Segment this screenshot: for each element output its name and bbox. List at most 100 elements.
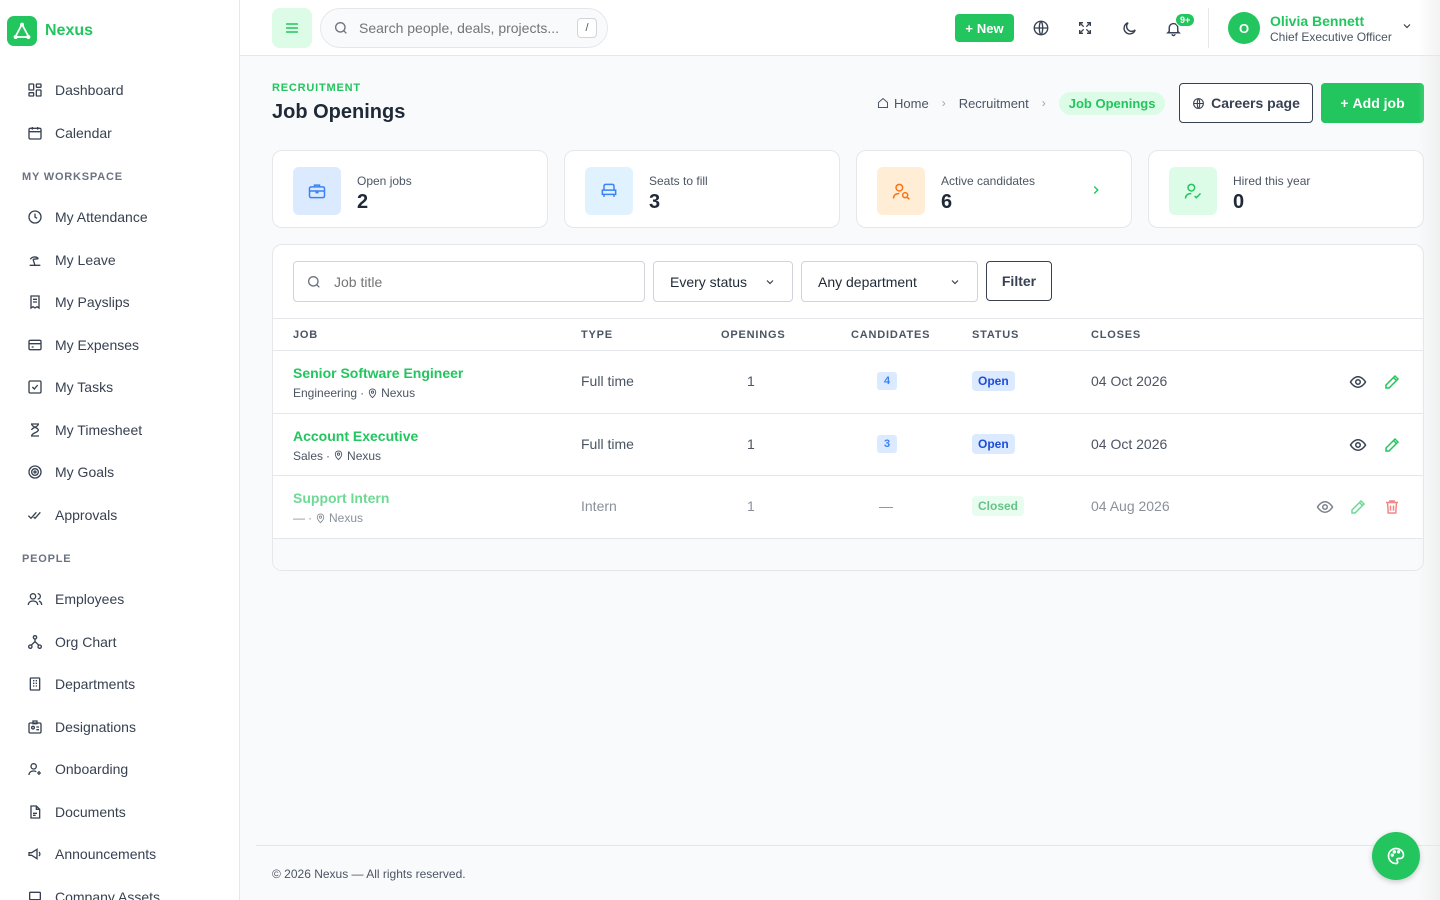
job-title-link[interactable]: Support Intern <box>293 490 389 506</box>
sidebar-item-leave[interactable]: My Leave <box>0 239 239 282</box>
table-row: Account Executive Sales · Nexus Full tim… <box>273 414 1423 476</box>
theme-toggle-button[interactable] <box>1109 8 1149 48</box>
user-search-icon <box>877 167 925 215</box>
job-openings-panel: Every status Any department Filter JOB T… <box>272 244 1424 571</box>
search-input[interactable] <box>359 20 569 36</box>
job-department: — <box>293 511 305 525</box>
job-department: Engineering <box>293 386 358 400</box>
careers-page-button[interactable]: Careers page <box>1179 83 1313 123</box>
brand[interactable]: Nexus <box>0 0 239 62</box>
fullscreen-button[interactable] <box>1065 8 1105 48</box>
theme-customizer-button[interactable] <box>1372 832 1420 880</box>
topbar-divider <box>1208 8 1209 48</box>
sidebar: Nexus Dashboard Calendar MY WORKSPACE My… <box>0 0 240 900</box>
edit-pencil-icon[interactable] <box>1383 373 1401 391</box>
column-header-candidates[interactable]: CANDIDATES <box>851 329 930 341</box>
document-icon <box>30 805 41 819</box>
sidebar-item-departments[interactable]: Departments <box>0 663 239 706</box>
filter-button[interactable]: Filter <box>986 261 1052 301</box>
chevron-down-icon[interactable] <box>1401 20 1413 32</box>
dashboard-icon <box>28 83 42 97</box>
department-select[interactable]: Any department <box>801 261 978 302</box>
job-closes: 04 Aug 2026 <box>1091 498 1170 514</box>
sidebar-item-timesheet[interactable]: My Timesheet <box>0 409 239 452</box>
breadcrumb-section[interactable]: Recruitment <box>959 96 1029 111</box>
notifications-button[interactable]: 9+ <box>1153 8 1196 48</box>
sidebar-item-label: My Tasks <box>55 379 114 396</box>
edit-pencil-icon[interactable] <box>1383 436 1401 454</box>
sidebar-item-payslips[interactable]: My Payslips <box>0 281 239 324</box>
menu-toggle-button[interactable] <box>272 8 312 48</box>
job-meta: — · Nexus <box>293 511 363 525</box>
candidates-count-badge[interactable]: 3 <box>877 434 897 453</box>
column-header-type[interactable]: TYPE <box>581 329 613 341</box>
status-select[interactable]: Every status <box>653 261 793 302</box>
sidebar-item-approvals[interactable]: Approvals <box>0 494 239 537</box>
global-search[interactable]: / <box>320 8 608 48</box>
sidebar-item-expenses[interactable]: My Expenses <box>0 324 239 367</box>
table-header: JOB TYPE OPENINGS CANDIDATES STATUS CLOS… <box>273 318 1423 351</box>
add-job-button[interactable]: + Add job <box>1321 83 1424 123</box>
job-openings: 1 <box>747 435 755 452</box>
job-title-link[interactable]: Senior Software Engineer <box>293 365 463 381</box>
job-title-input[interactable] <box>334 273 614 290</box>
column-header-openings[interactable]: OPENINGS <box>721 329 785 341</box>
view-eye-icon[interactable] <box>1349 436 1367 454</box>
search-shortcut-key: / <box>577 18 597 38</box>
view-eye-icon[interactable] <box>1316 498 1334 516</box>
stat-card-active-candidates[interactable]: Active candidates 6 <box>856 150 1132 228</box>
breadcrumb: Home › Recruitment › Job Openings <box>877 91 1166 115</box>
delete-trash-icon[interactable] <box>1383 498 1401 516</box>
column-header-closes[interactable]: CLOSES <box>1091 329 1141 341</box>
sidebar-item-org-chart[interactable]: Org Chart <box>0 621 239 664</box>
add-job-label: Add job <box>1352 95 1405 111</box>
sidebar-item-dashboard[interactable]: Dashboard <box>0 69 239 112</box>
globe-icon <box>1193 97 1205 109</box>
clock-icon <box>28 210 42 224</box>
candidates-count-badge[interactable]: 4 <box>877 372 897 390</box>
copyright-text: © 2026 Nexus — All rights reserved. <box>272 867 466 881</box>
status-badge: Open <box>972 433 1015 454</box>
sidebar-item-attendance[interactable]: My Attendance <box>0 196 239 239</box>
location-pin-icon <box>334 450 343 461</box>
calendar-icon <box>28 126 42 140</box>
job-title-search[interactable] <box>293 261 645 302</box>
location-pin-icon <box>316 513 325 523</box>
user-name[interactable]: Olivia Bennett <box>1270 13 1364 29</box>
sidebar-item-announcements[interactable]: Announcements <box>0 833 239 876</box>
briefcase-icon <box>293 167 341 215</box>
sidebar-item-documents[interactable]: Documents <box>0 791 239 834</box>
sidebar-item-tasks[interactable]: My Tasks <box>0 366 239 409</box>
job-meta: Engineering · Nexus <box>293 386 415 400</box>
chevron-right-icon[interactable] <box>1089 183 1103 197</box>
language-button[interactable] <box>1021 8 1061 48</box>
new-button[interactable]: + New <box>955 14 1014 42</box>
sidebar-item-onboarding[interactable]: Onboarding <box>0 748 239 791</box>
edit-pencil-icon[interactable] <box>1349 498 1367 516</box>
sidebar-item-label: Announcements <box>55 846 157 863</box>
sidebar-item-label: Org Chart <box>55 633 117 650</box>
hamburger-icon <box>285 23 299 33</box>
sidebar-item-company-assets[interactable]: Company Assets <box>0 876 239 900</box>
view-eye-icon[interactable] <box>1349 373 1367 391</box>
column-header-job[interactable]: JOB <box>293 329 318 341</box>
separator-dot: · <box>308 511 312 525</box>
sidebar-item-goals[interactable]: My Goals <box>0 451 239 494</box>
sidebar-item-employees[interactable]: Employees <box>0 578 239 621</box>
sidebar-item-label: My Payslips <box>55 294 130 311</box>
home-icon <box>878 97 888 108</box>
job-location: Nexus <box>329 511 364 525</box>
globe-icon <box>1033 20 1049 36</box>
department-select-value: Any department <box>818 273 917 290</box>
job-title-link[interactable]: Account Executive <box>293 428 418 444</box>
sidebar-item-designations[interactable]: Designations <box>0 706 239 749</box>
status-badge: Open <box>972 371 1015 391</box>
fullscreen-icon <box>1079 22 1091 34</box>
sidebar-item-calendar[interactable]: Calendar <box>0 112 239 155</box>
moon-icon <box>1122 21 1136 35</box>
avatar[interactable]: O <box>1228 12 1260 44</box>
column-header-status[interactable]: STATUS <box>972 329 1019 341</box>
chevron-down-icon <box>951 279 959 284</box>
table-footer <box>273 539 1423 570</box>
breadcrumb-home[interactable]: Home <box>877 96 929 111</box>
